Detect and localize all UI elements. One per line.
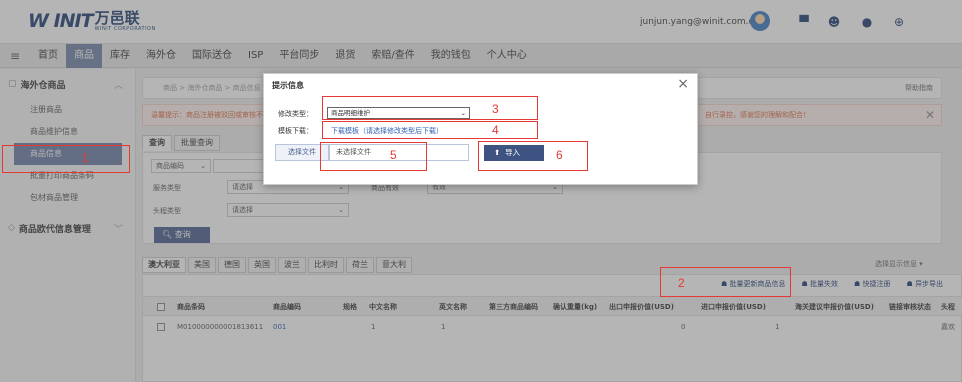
annotation-box-4 [322, 121, 538, 139]
annotation-number: 3 [492, 102, 499, 116]
close-icon[interactable]: × [677, 76, 689, 92]
annotation-box-6 [478, 141, 588, 171]
annotation-number: 6 [556, 148, 563, 162]
dialog-title: 提示信息 [272, 81, 304, 90]
modal-overlay [0, 0, 962, 382]
annotation-number: 4 [492, 123, 499, 137]
annotation-box-5 [320, 142, 427, 171]
template-download-label: 模板下载： [278, 127, 313, 135]
annotation-number: 1 [82, 151, 89, 165]
modify-type-label: 修改类型： [278, 110, 313, 118]
annotation-box-3 [322, 96, 538, 120]
annotation-box-1 [2, 145, 130, 173]
annotation-number: 2 [678, 276, 685, 290]
annotation-number: 5 [390, 148, 397, 162]
